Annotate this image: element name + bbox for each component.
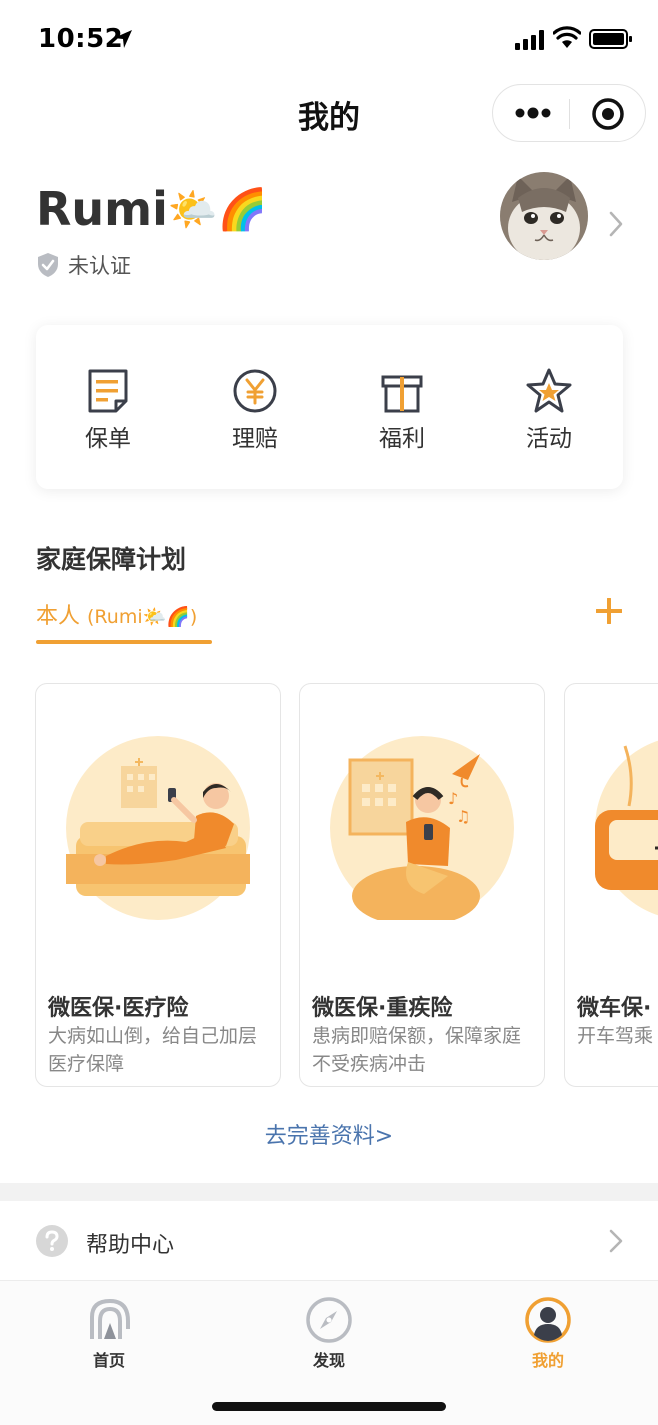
plan-card-title: 微车保· [577, 996, 652, 1021]
svg-text:♪: ♪ [448, 789, 458, 808]
plan-card-desc: 患病即赔保额，保障家庭不受疾病冲击 [312, 1025, 522, 1075]
plan-card-title: 微医保·医疗险 [48, 996, 189, 1021]
tab-discover[interactable]: 发现 [269, 1295, 389, 1371]
shortcut-activities-label: 活动 [526, 426, 572, 452]
shortcut-policy[interactable]: 保单 [48, 367, 168, 453]
plan-card-medical[interactable]: 微医保·医疗险 大病如山倒，给自己加层医疗保障 [35, 683, 281, 1087]
yuan-coin-icon [233, 369, 277, 413]
home-logo-icon [90, 1298, 130, 1339]
cat-avatar-image [500, 172, 588, 260]
shield-check-icon [38, 253, 58, 277]
tab-home-label: 首页 [92, 1351, 125, 1370]
gift-icon [381, 375, 423, 413]
status-time: 10:52 [38, 24, 124, 54]
profile-name-text: Rumi [36, 182, 168, 236]
plan-card-title: 微医保·重疾险 [312, 996, 453, 1021]
section-title: 家庭保障计划 [36, 545, 187, 574]
shortcut-claims[interactable]: 理赔 [195, 367, 315, 453]
compass-icon [306, 1297, 352, 1343]
add-member-plus-icon[interactable] [596, 598, 622, 624]
location-arrow-icon [114, 30, 132, 48]
question-circle-icon [36, 1225, 68, 1257]
section-divider [0, 1183, 658, 1201]
status-bar: 10:52 [0, 0, 658, 84]
cellular-signal-icon [515, 30, 544, 50]
shortcut-benefits-label: 福利 [379, 426, 425, 452]
wifi-icon [553, 26, 581, 48]
battery-icon [589, 29, 632, 49]
plan-card-desc: 开车驾乘 [577, 1025, 654, 1047]
tab-self-label: 本人 [36, 604, 81, 629]
capsule-divider [569, 99, 570, 129]
close-mini-program-icon[interactable] [590, 96, 626, 132]
more-options-icon[interactable] [515, 105, 551, 121]
shortcut-activities[interactable]: 活动 [489, 367, 609, 453]
verification-label: 未认证 [68, 254, 131, 278]
shortcut-card: 保单 理赔 福利 活动 [36, 325, 623, 489]
tab-discover-label: 发现 [312, 1351, 345, 1370]
shortcut-benefits[interactable]: 福利 [342, 367, 462, 453]
user-icon [525, 1297, 571, 1343]
star-icon [526, 368, 572, 413]
car-driver-illustration [595, 740, 658, 916]
chevron-right-icon [609, 1229, 623, 1253]
tab-active-indicator [36, 640, 212, 644]
plan-card-critical-illness[interactable]: ♪ ♫ 微医保·重疾险 患病即赔保额，保障家庭不受疾病冲击 [299, 683, 545, 1087]
shortcut-claims-label: 理赔 [232, 426, 278, 452]
help-center-label: 帮助中心 [86, 1233, 175, 1258]
tab-home[interactable]: 首页 [49, 1295, 169, 1371]
tab-mine[interactable]: 我的 [488, 1295, 608, 1371]
home-indicator [212, 1402, 446, 1411]
mini-program-capsule [492, 84, 646, 142]
music-relax-illustration: ♪ ♫ [330, 736, 514, 920]
policy-doc-icon [88, 369, 128, 413]
help-center-row[interactable]: 帮助中心 [0, 1201, 658, 1279]
profile-name[interactable]: Rumi 🌤️🌈 [36, 182, 267, 236]
tab-mine-label: 我的 [531, 1351, 564, 1370]
profile-name-emoji: 🌤️🌈 [167, 186, 268, 233]
tab-self[interactable]: 本人 (Rumi🌤️🌈) [36, 598, 197, 630]
profile-chevron-right-icon[interactable] [607, 210, 625, 238]
verification-status[interactable]: 未认证 [36, 250, 131, 280]
svg-text:♫: ♫ [456, 807, 470, 826]
complete-profile-link[interactable]: 去完善资料> [0, 1118, 658, 1150]
avatar[interactable] [500, 172, 588, 260]
sofa-illustration [66, 736, 250, 920]
shortcut-policy-label: 保单 [85, 426, 131, 452]
plan-card-car[interactable]: 微车保· 开车驾乘 [564, 683, 658, 1087]
tab-self-sub: (Rumi🌤️🌈) [87, 606, 198, 628]
plan-card-desc: 大病如山倒，给自己加层医疗保障 [48, 1025, 258, 1075]
